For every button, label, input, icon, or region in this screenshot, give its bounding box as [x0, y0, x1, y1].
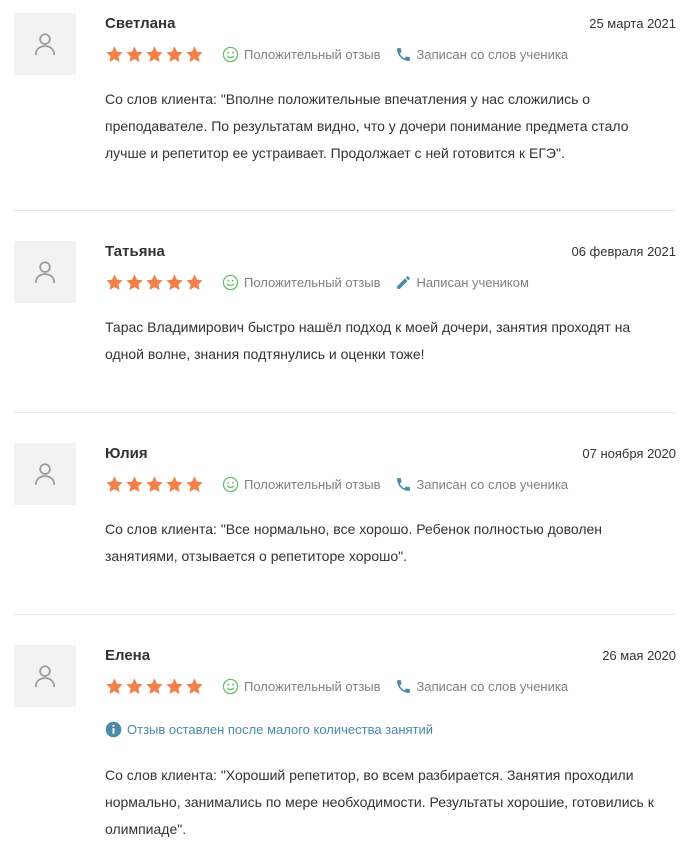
smile-icon	[222, 476, 239, 492]
source-badge: Записан со слов ученика	[395, 476, 569, 493]
avatar	[14, 241, 76, 303]
avatar	[14, 443, 76, 505]
divider	[14, 412, 676, 413]
divider	[14, 614, 676, 615]
user-icon	[34, 33, 56, 55]
review-text: Тарас Владимирович быстро нашёл подход к…	[105, 319, 631, 362]
star-icon	[146, 45, 163, 62]
source-badge: Написан учеником	[395, 274, 529, 291]
sentiment-badge: Положительный отзыв	[222, 476, 381, 493]
smile-icon	[222, 274, 239, 290]
review-meta: Положительный отзыв Записан со слов учен…	[105, 675, 582, 697]
star-icon	[186, 677, 203, 694]
review-note: Отзыв оставлен после малого количества з…	[105, 721, 433, 738]
review-text: Со слов клиента: "Вполне положительные в…	[105, 91, 629, 161]
source-badge: Записан со слов ученика	[395, 46, 569, 63]
star-icon	[106, 273, 123, 290]
star-icon	[106, 677, 123, 694]
star-icon	[126, 677, 143, 694]
review-item: Юлия 07 ноября 2020 Положительный отзыв …	[14, 443, 676, 583]
review-item: Елена 26 мая 2020 Положительный отзыв За…	[14, 645, 676, 845]
sentiment-label: Положительный отзыв	[244, 274, 381, 290]
phone-icon	[396, 47, 410, 61]
source-label: Написан учеником	[416, 274, 529, 290]
star-icon	[106, 475, 123, 492]
avatar	[14, 645, 76, 707]
review-text: Со слов клиента: "Все нормально, все хор…	[105, 521, 603, 564]
sentiment-label: Положительный отзыв	[244, 678, 381, 694]
star-icon	[166, 273, 183, 290]
note-label: Отзыв оставлен после малого количества з…	[127, 722, 434, 737]
user-icon	[34, 665, 56, 687]
source-badge: Записан со слов ученика	[395, 678, 569, 695]
reviewer-name: Юлия	[105, 445, 148, 462]
rating-stars	[105, 677, 204, 696]
source-label: Записан со слов ученика	[416, 46, 569, 62]
star-icon	[106, 45, 123, 62]
user-icon	[34, 463, 56, 485]
avatar	[14, 13, 76, 75]
star-icon	[166, 475, 183, 492]
sentiment-label: Положительный отзыв	[244, 46, 381, 62]
review-date: 07 ноября 2020	[582, 446, 676, 461]
review-item: Светлана 25 марта 2021 Положительный отз…	[14, 13, 676, 183]
star-icon	[166, 45, 183, 62]
star-icon	[126, 273, 143, 290]
star-icon	[166, 677, 183, 694]
review-item: Татьяна 06 февраля 2021 Положительный от…	[14, 241, 676, 381]
source-label: Записан со слов ученика	[416, 476, 569, 492]
star-icon	[146, 677, 163, 694]
reviewer-name: Елена	[105, 647, 151, 664]
sentiment-label: Положительный отзыв	[244, 476, 381, 492]
star-icon	[146, 273, 163, 290]
review-meta: Положительный отзыв Написан учеником	[105, 271, 543, 293]
reviewer-name: Светлана	[105, 15, 176, 32]
review-meta: Положительный отзыв Записан со слов учен…	[105, 43, 582, 65]
star-icon	[146, 475, 163, 492]
star-icon	[186, 475, 203, 492]
review-date: 25 марта 2021	[589, 16, 676, 31]
review-date: 26 мая 2020	[602, 648, 676, 663]
user-icon	[34, 261, 56, 283]
star-icon	[126, 475, 143, 492]
pencil-icon	[396, 275, 410, 289]
phone-icon	[396, 477, 410, 491]
reviewer-name: Татьяна	[105, 243, 165, 260]
sentiment-badge: Положительный отзыв	[222, 678, 381, 695]
phone-icon	[396, 679, 410, 693]
sentiment-badge: Положительный отзыв	[222, 274, 381, 291]
rating-stars	[105, 475, 204, 494]
star-icon	[126, 45, 143, 62]
info-icon	[105, 721, 122, 738]
rating-stars	[105, 45, 204, 64]
smile-icon	[222, 46, 239, 62]
rating-stars	[105, 273, 204, 292]
reviews-list: Светлана 25 марта 2021 Положительный отз…	[0, 0, 695, 852]
divider	[14, 210, 676, 211]
source-label: Записан со слов ученика	[416, 678, 569, 694]
star-icon	[186, 45, 203, 62]
star-icon	[186, 273, 203, 290]
smile-icon	[222, 678, 239, 694]
review-meta: Положительный отзыв Записан со слов учен…	[105, 473, 582, 495]
review-text: Со слов клиента: "Хороший репетитор, во …	[105, 767, 654, 837]
sentiment-badge: Положительный отзыв	[222, 46, 381, 63]
review-date: 06 февраля 2021	[571, 244, 676, 259]
